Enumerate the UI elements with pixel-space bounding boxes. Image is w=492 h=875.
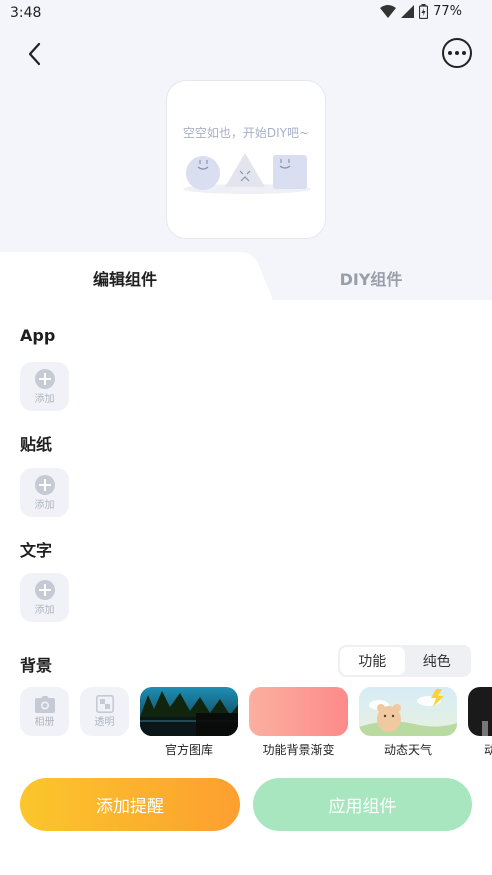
thumb-gradient-background-caption: 功能背景渐变 (262, 743, 335, 757)
weather-illustration (359, 689, 457, 736)
thumb-official-gallery-caption: 官方图库 (164, 743, 213, 757)
plus-circle-icon (34, 579, 55, 600)
thumb-gradient-background[interactable] (249, 687, 348, 736)
battery-percent: 77% (433, 4, 462, 19)
chevron-left-icon (28, 42, 41, 66)
editor-content: App 添加 贴纸 添加 文字 添加 背景 功能 纯色 相册 透明 官方图库 功… (0, 300, 492, 875)
add-text-button[interactable]: 添加 (20, 573, 69, 622)
widget-preview-card: 空空如也，开始DIY吧~ (166, 80, 326, 239)
status-time: 3:48 (10, 5, 42, 21)
album-button[interactable]: 相册 (20, 687, 69, 736)
add-app-label: 添加 (34, 393, 55, 405)
add-app-button[interactable]: 添加 (20, 362, 69, 411)
plus-circle-icon (34, 368, 55, 389)
thumb-partial-caption: 动 (484, 743, 492, 757)
empty-preview-text: 空空如也，开始DIY吧~ (182, 126, 310, 140)
more-button[interactable] (442, 38, 472, 68)
transparent-button[interactable]: 透明 (80, 687, 129, 736)
empty-illustration-icon (183, 153, 311, 194)
tab-edit-widget-label: 编辑组件 (92, 270, 157, 289)
status-icons: 77% (380, 4, 462, 19)
transparent-grid-icon (95, 695, 114, 713)
section-title-sticker: 贴纸 (20, 435, 53, 454)
camera-icon (34, 695, 55, 713)
background-options-row: 相册 透明 官方图库 功能背景渐变 动态天气 动 (0, 687, 492, 767)
album-label: 相册 (34, 716, 55, 728)
thumb-dynamic-weather[interactable] (359, 687, 457, 736)
section-title-text: 文字 (20, 541, 53, 560)
add-sticker-label: 添加 (34, 499, 55, 511)
more-horizontal-icon (448, 51, 452, 55)
transparent-label: 透明 (94, 717, 115, 728)
add-reminder-button[interactable]: 添加提醒 (20, 778, 240, 831)
landscape-image (140, 687, 238, 736)
tab-edit-widget[interactable]: 编辑组件 (0, 252, 250, 304)
apply-widget-button[interactable]: 应用组件 (253, 778, 472, 831)
signal-icon (401, 5, 415, 18)
background-segment-control: 功能 纯色 (338, 645, 471, 677)
section-title-app: App (20, 326, 56, 345)
battery-icon (419, 4, 429, 19)
status-bar: 3:48 77% (0, 0, 492, 28)
thumb-partial[interactable] (468, 687, 492, 736)
add-sticker-button[interactable]: 添加 (20, 468, 69, 517)
segment-function[interactable]: 功能 (340, 647, 405, 675)
thumb-official-gallery[interactable] (140, 687, 238, 736)
partial-thumb-image (482, 721, 488, 736)
back-button[interactable] (18, 38, 50, 70)
wifi-icon (380, 5, 397, 18)
thumb-dynamic-weather-caption: 动态天气 (383, 743, 432, 757)
section-title-background: 背景 (20, 656, 53, 675)
plus-circle-icon (34, 474, 55, 495)
segment-solid-color[interactable]: 纯色 (405, 647, 470, 675)
tab-bar: DIY组件 编辑组件 (0, 252, 492, 304)
add-text-label: 添加 (34, 604, 55, 616)
tab-diy-widget[interactable]: DIY组件 (250, 252, 492, 304)
